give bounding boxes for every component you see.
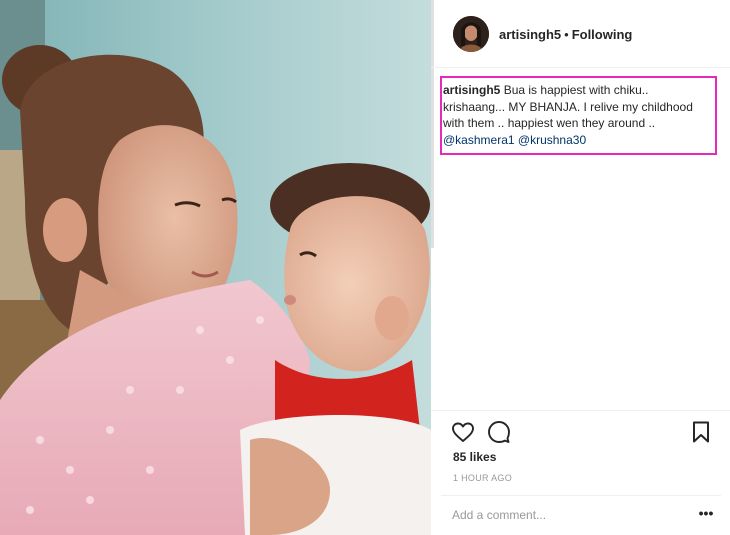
avatar-image — [453, 16, 489, 52]
like-button[interactable] — [451, 420, 475, 444]
photo-illustration — [0, 0, 431, 535]
post-side-panel: artisingh5 • Following artisingh5 Bua is h… — [431, 0, 730, 535]
comment-bar: ••• — [441, 495, 721, 535]
post-timestamp: 1 HOUR AGO — [453, 473, 513, 483]
save-button[interactable] — [689, 420, 713, 444]
header-text: artisingh5 • Following — [499, 27, 632, 42]
following-button[interactable]: Following — [572, 27, 633, 42]
post-header: artisingh5 • Following — [431, 0, 730, 68]
likes-count[interactable]: 85 likes — [453, 450, 496, 464]
comment-input[interactable] — [452, 506, 682, 524]
mention-link[interactable]: @kashmera1 — [443, 133, 515, 147]
comment-button[interactable] — [487, 420, 511, 444]
more-options-icon[interactable]: ••• — [696, 506, 716, 524]
bookmark-icon — [693, 421, 709, 443]
avatar[interactable] — [453, 16, 489, 52]
mention-link[interactable]: @krushna30 — [518, 133, 586, 147]
author-username[interactable]: artisingh5 — [499, 27, 561, 42]
separator-dot: • — [564, 27, 569, 42]
speech-bubble-icon — [488, 421, 510, 443]
scrollbar[interactable] — [431, 0, 434, 535]
caption: artisingh5 Bua is happiest with chiku.. … — [443, 82, 709, 148]
action-bar — [431, 410, 730, 450]
heart-icon — [452, 422, 474, 442]
caption-username[interactable]: artisingh5 — [443, 83, 500, 97]
post-photo[interactable] — [0, 0, 431, 535]
